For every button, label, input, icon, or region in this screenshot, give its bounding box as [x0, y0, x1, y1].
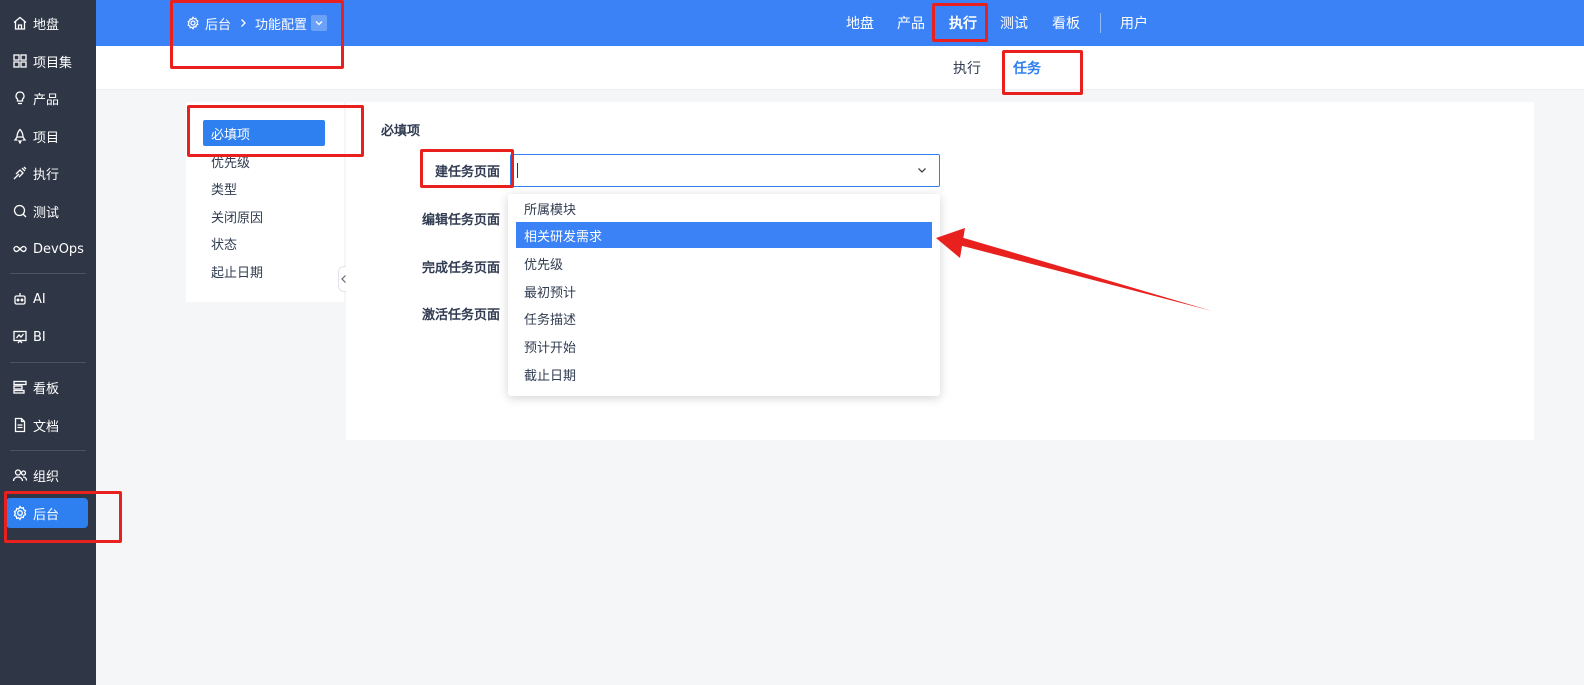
sidebar-item-docs[interactable]: 文档: [6, 410, 88, 440]
nav-product[interactable]: 产品: [897, 0, 925, 46]
field-label-edit-task: 编辑任务页面: [421, 213, 500, 228]
create-task-select[interactable]: [510, 154, 940, 187]
sidebar-item-label: BI: [33, 329, 46, 345]
sidebar-item-label: 测试: [33, 205, 60, 221]
nav-users[interactable]: 用户: [1120, 0, 1148, 46]
sidebar-item-bi[interactable]: BI: [6, 322, 88, 352]
gear-icon: [186, 16, 200, 30]
nav-divider: [1100, 13, 1101, 33]
menu-item-date-range[interactable]: 起止日期: [203, 258, 325, 284]
dropdown-option-highlighted[interactable]: 相关研发需求: [516, 222, 932, 248]
sidebar-item-organization[interactable]: 组织: [6, 460, 88, 490]
panel-title: 必填项: [381, 124, 421, 139]
sidebar-item-label: 产品: [33, 92, 60, 108]
menu-item-priority[interactable]: 优先级: [203, 148, 325, 174]
sidebar-item-label: 项目集: [33, 55, 73, 71]
magnifier-icon: [12, 203, 28, 219]
nav-execution[interactable]: 执行: [949, 0, 977, 46]
chart-board-icon: [12, 329, 28, 345]
field-label-activate-task: 激活任务页面: [421, 308, 500, 323]
sidebar-item-kanban[interactable]: 看板: [6, 372, 88, 402]
config-menu: 必填项 优先级 类型 关闭原因 状态 起止日期: [186, 102, 344, 302]
nav-test[interactable]: 测试: [1000, 0, 1028, 46]
sidebar-item-label: AI: [33, 291, 46, 307]
sidebar-item-execution[interactable]: 执行: [6, 158, 88, 188]
sidebar-item-dashboard[interactable]: 地盘: [6, 8, 88, 38]
sidebar-item-devops[interactable]: DevOps: [6, 234, 88, 264]
sidebar-item-programs[interactable]: 项目集: [6, 46, 88, 76]
sidebar-item-label: 文档: [33, 419, 60, 435]
sidebar-divider: [10, 273, 86, 274]
document-icon: [12, 417, 28, 433]
menu-item-type[interactable]: 类型: [203, 175, 325, 201]
dropdown-option[interactable]: 截止日期: [516, 361, 932, 387]
sidebar-item-ai[interactable]: AI: [6, 284, 88, 314]
sidebar-item-admin[interactable]: 后台: [6, 498, 88, 528]
gear-icon: [12, 505, 28, 521]
nav-dashboard[interactable]: 地盘: [846, 0, 874, 46]
menu-item-close-reason[interactable]: 关闭原因: [203, 203, 325, 229]
dropdown-option[interactable]: 预计开始: [516, 333, 932, 359]
sidebar-divider: [10, 450, 86, 451]
top-navbar: 后台 功能配置 地盘 产品 执行 测试 看板 用户: [96, 0, 1584, 46]
nav-kanban[interactable]: 看板: [1052, 0, 1080, 46]
breadcrumb-root[interactable]: 后台: [205, 14, 231, 33]
sidebar-item-label: 看板: [33, 381, 60, 397]
kanban-icon: [12, 379, 28, 395]
dropdown-option[interactable]: 任务描述: [516, 305, 932, 331]
breadcrumb-dropdown-button[interactable]: [311, 15, 328, 31]
dropdown-option[interactable]: 优先级: [516, 250, 932, 276]
robot-icon: [12, 291, 28, 307]
field-label-finish-task: 完成任务页面: [421, 261, 500, 276]
chevron-down-icon: [915, 163, 929, 177]
tab-execution[interactable]: 执行: [953, 46, 981, 90]
field-label-create-task: 建任务页面: [434, 165, 500, 180]
dropdown-option[interactable]: 所属模块: [516, 195, 932, 221]
menu-item-status[interactable]: 状态: [203, 230, 325, 256]
tab-task[interactable]: 任务: [1013, 46, 1041, 90]
grid-icon: [12, 53, 28, 69]
home-icon: [12, 15, 28, 31]
menu-item-required[interactable]: 必填项: [203, 120, 325, 146]
sub-navbar: 执行 任务: [96, 46, 1584, 90]
breadcrumb-current[interactable]: 功能配置: [255, 14, 307, 33]
text-caret: [517, 163, 518, 178]
infinity-icon: [12, 241, 28, 257]
sidebar-item-label: 地盘: [33, 17, 60, 33]
sidebar-item-project[interactable]: 项目: [6, 121, 88, 151]
select-dropdown-menu: 所属模块 相关研发需求 优先级 最初预计 任务描述 预计开始 截止日期: [508, 194, 940, 396]
chevron-down-icon: [314, 18, 324, 28]
dropdown-option[interactable]: 最初预计: [516, 278, 932, 304]
lightbulb-icon: [12, 90, 28, 106]
rocket-icon: [12, 128, 28, 144]
sidebar-item-product[interactable]: 产品: [6, 83, 88, 113]
breadcrumb: 后台 功能配置: [186, 0, 328, 46]
sidebar-item-label: 执行: [33, 167, 60, 183]
sidebar-item-label: DevOps: [33, 241, 84, 257]
sidebar-item-label: 后台: [33, 507, 60, 523]
sidebar: 地盘 项目集 产品 项目 执行 测试 DevOps AI BI 看板 文档 组织…: [0, 0, 96, 685]
run-icon: [12, 165, 28, 181]
sidebar-divider: [10, 362, 86, 363]
sidebar-item-label: 项目: [33, 130, 60, 146]
chevron-right-icon: [238, 18, 248, 28]
sidebar-item-test[interactable]: 测试: [6, 196, 88, 226]
users-icon: [12, 467, 28, 483]
sidebar-item-label: 组织: [33, 469, 60, 485]
